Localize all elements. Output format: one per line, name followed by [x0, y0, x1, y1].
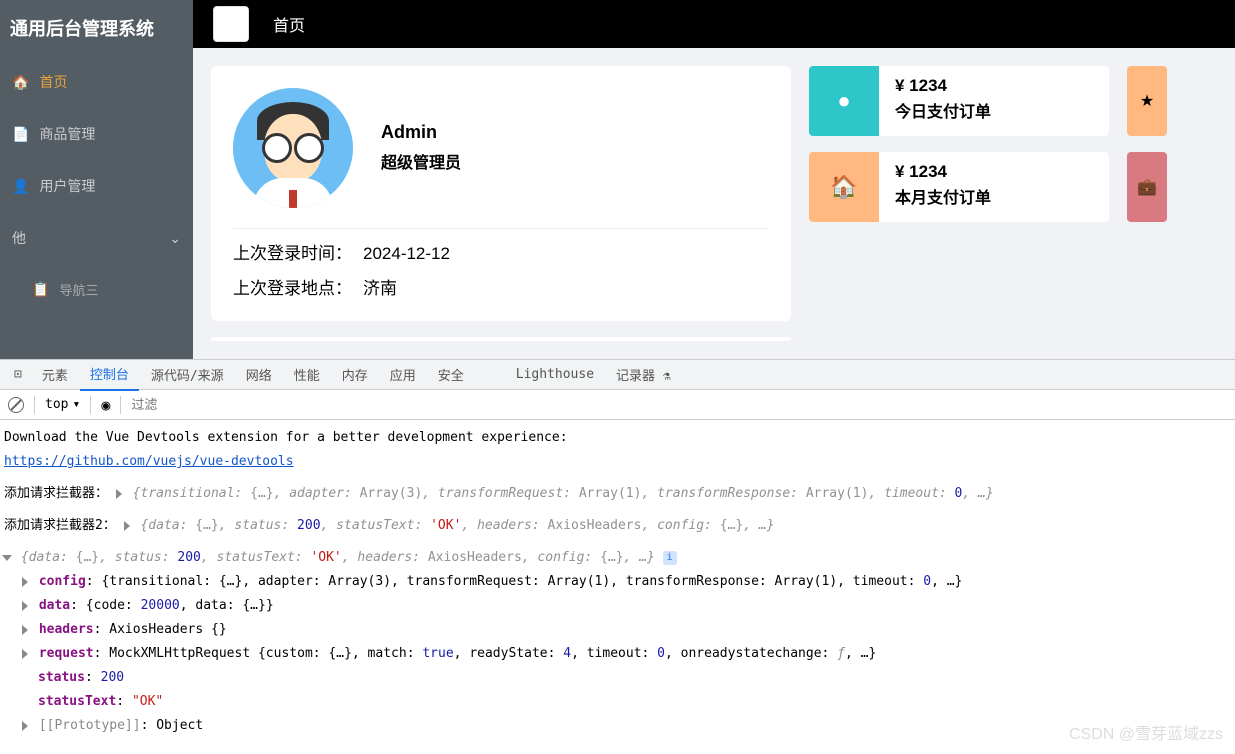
stat-badge-briefcase: 💼 [1127, 152, 1167, 222]
tab-recorder[interactable]: 记录器 ⚗ [606, 359, 681, 390]
collapse-button[interactable]: ▦ [213, 6, 249, 42]
user-role: 超级管理员 [381, 149, 461, 173]
object-property-row: headers: AxiosHeaders {} [4, 618, 1231, 642]
home-icon: 🏠 [809, 152, 879, 222]
object-property-row: request: MockXMLHttpRequest {custom: {…}… [4, 642, 1231, 666]
last-login-time-row: 上次登录时间：2024-12-12 [233, 239, 769, 264]
object-property-row: data: {code: 20000, data: {…}} [4, 594, 1231, 618]
header: ▦ 首页 [193, 0, 1235, 48]
object-property-row: config: {transitional: {…}, adapter: Arr… [4, 570, 1231, 594]
object-property-row: status: 200 [4, 666, 1231, 690]
user-card: Admin 超级管理员 上次登录时间：2024-12-12 上次登录地点：济南 [211, 66, 791, 321]
info-badge[interactable]: i [663, 551, 677, 565]
expand-toggle[interactable] [22, 625, 28, 635]
console-output[interactable]: Download the Vue Devtools extension for … [0, 420, 1235, 750]
tab-security[interactable]: 安全 [428, 359, 474, 390]
stat-label: 今日支付订单 [895, 98, 991, 122]
expand-toggle[interactable] [22, 601, 28, 611]
console-log-row: 添加请求拦截器： {transitional: {…}, adapter: Ar… [4, 482, 1231, 506]
content-card [211, 337, 791, 341]
sidebar-item-nav3[interactable]: 📋 导航三 [20, 264, 193, 315]
expand-toggle[interactable] [2, 555, 12, 561]
app-title: 通用后台管理系统 [0, 0, 193, 56]
sidebar-item-products[interactable]: 📄 商品管理 [0, 108, 193, 160]
chevron-down-icon: ⌄ [169, 230, 181, 247]
sidebar: 通用后台管理系统 🏠 首页 📄 商品管理 👤 用户管理 他 ⌄ 📋 导航三 [0, 0, 193, 359]
sidebar-item-label: 用户管理 [39, 176, 95, 196]
tab-memory[interactable]: 内存 [332, 359, 378, 390]
console-toolbar: top ▾ ◉ [0, 390, 1235, 420]
sidebar-item-users[interactable]: 👤 用户管理 [0, 160, 193, 212]
clear-console-button[interactable] [8, 397, 24, 413]
vue-devtools-link[interactable]: https://github.com/vuejs/vue-devtools [4, 454, 294, 469]
sidebar-item-label: 他 [12, 228, 26, 248]
devtools-panel: ⊡ 元素 控制台 源代码/来源 网络 性能 内存 应用 安全 Lighthous… [0, 359, 1235, 754]
stat-card-month-orders: 🏠 ¥ 1234 本月支付订单 [809, 152, 1109, 222]
breadcrumb: 首页 [273, 12, 305, 36]
tab-lighthouse[interactable]: Lighthouse [506, 361, 604, 388]
watermark: CSDN @雪芽蓝域zzs [1069, 720, 1223, 744]
tab-console[interactable]: 控制台 [80, 358, 139, 391]
stat-value: ¥ 1234 [895, 76, 991, 96]
briefcase-icon: 💼 [1137, 177, 1157, 197]
home-icon: 🏠 [12, 74, 29, 91]
tab-application[interactable]: 应用 [380, 359, 426, 390]
flask-icon: ⚗ [663, 369, 671, 384]
expand-toggle[interactable] [22, 577, 28, 587]
sidebar-item-home[interactable]: 🏠 首页 [0, 56, 193, 108]
tab-performance[interactable]: 性能 [284, 359, 330, 390]
expand-toggle[interactable] [22, 649, 28, 659]
object-property-row: statusText: "OK" [4, 690, 1231, 714]
console-log-row: 添加请求拦截器2： {data: {…}, status: 200, statu… [4, 514, 1231, 538]
expand-toggle[interactable] [22, 721, 28, 731]
expand-toggle[interactable] [124, 521, 130, 531]
avatar [233, 88, 353, 208]
tab-elements[interactable]: 元素 [32, 359, 78, 390]
stat-value: ¥ 1234 [895, 162, 991, 182]
sidebar-item-label: 首页 [39, 72, 67, 92]
document-icon: 📄 [12, 126, 29, 143]
dropdown-icon: ▾ [72, 397, 80, 412]
filter-input[interactable] [131, 397, 331, 412]
sidebar-item-label: 商品管理 [39, 124, 95, 144]
sidebar-item-other[interactable]: 他 ⌄ [0, 212, 193, 264]
last-login-location-row: 上次登录地点：济南 [233, 274, 769, 299]
stat-label: 本月支付订单 [895, 184, 991, 208]
console-message: Download the Vue Devtools extension for … [4, 426, 1231, 450]
grid-icon: ▦ [223, 14, 238, 34]
tab-network[interactable]: 网络 [236, 359, 282, 390]
eye-icon[interactable]: ◉ [101, 396, 110, 414]
user-icon: 👤 [12, 178, 29, 195]
sidebar-item-label: 导航三 [59, 280, 98, 299]
expand-toggle[interactable] [116, 489, 122, 499]
devtools-tab-bar: ⊡ 元素 控制台 源代码/来源 网络 性能 内存 应用 安全 Lighthous… [0, 360, 1235, 390]
user-name: Admin [381, 122, 461, 143]
stat-card-today-orders: ● ¥ 1234 今日支付订单 [809, 66, 1109, 136]
tab-sources[interactable]: 源代码/来源 [141, 359, 234, 390]
context-selector[interactable]: top ▾ [45, 397, 80, 412]
console-expanded-object: {data: {…}, status: 200, statusText: 'OK… [4, 546, 1231, 570]
object-property-row: [[Prototype]]: Object [4, 714, 1231, 738]
inspect-icon[interactable]: ⊡ [6, 361, 30, 388]
stat-badge-star: ★ [1127, 66, 1167, 136]
star-icon: ★ [1140, 91, 1154, 111]
list-icon: 📋 [32, 281, 49, 298]
check-icon: ● [809, 66, 879, 136]
